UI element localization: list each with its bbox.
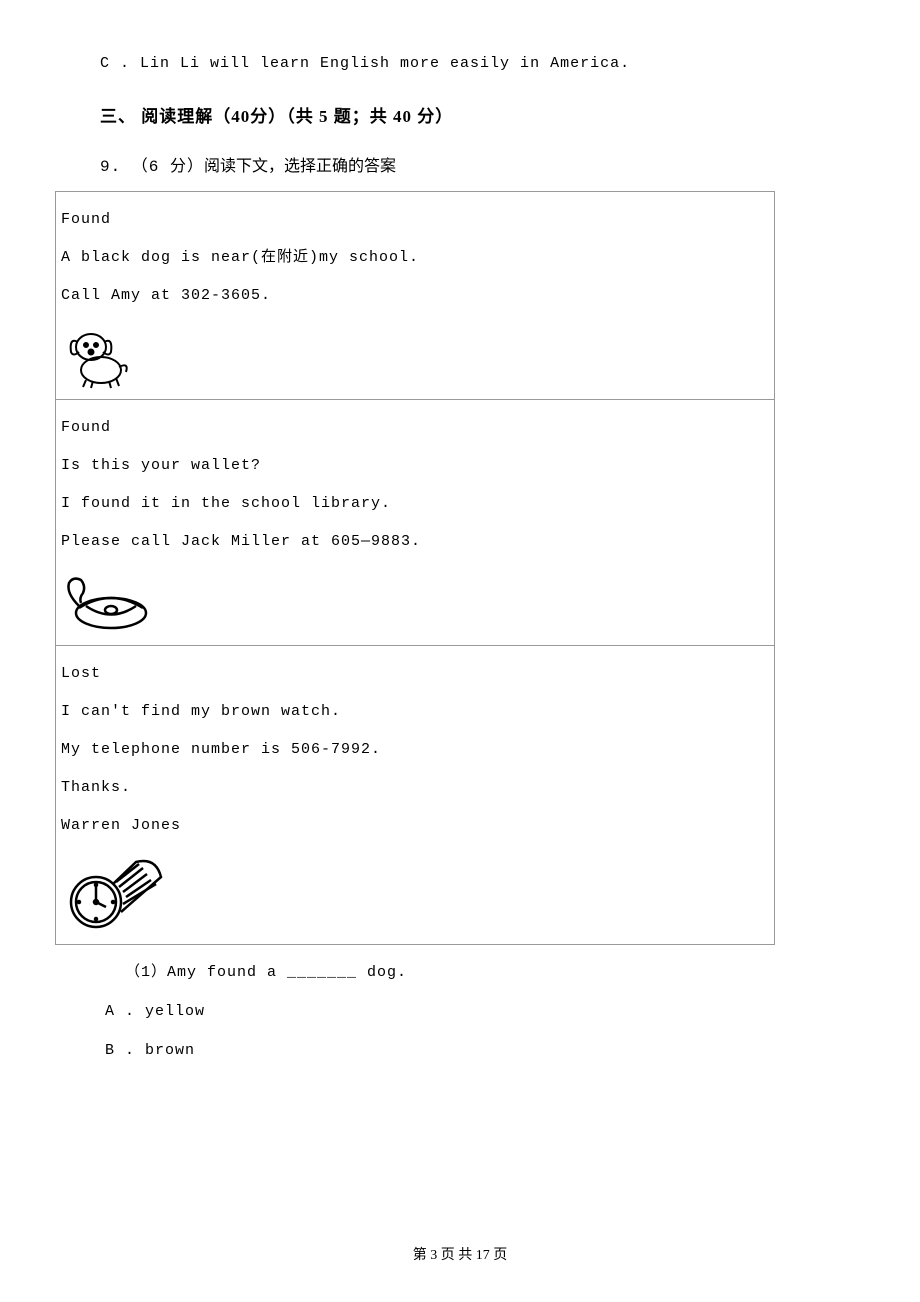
cell-1-line-0: Is this your wallet? bbox=[61, 448, 769, 484]
cell-1-line-2: Please call Jack Miller at 605—9883. bbox=[61, 524, 769, 560]
question-9-intro: 9. （6 分）阅读下文，选择正确的答案 bbox=[100, 152, 825, 176]
cell-lost-watch: Lost I can't find my brown watch. My tel… bbox=[56, 646, 775, 945]
cell-0-line-0: A black dog is near(在附近)my school. bbox=[61, 240, 769, 276]
sub-question-1: （1）Amy found a _______ dog. bbox=[125, 960, 825, 981]
cell-2-title: Lost bbox=[61, 656, 769, 692]
option-c-text: C . Lin Li will learn English more easil… bbox=[100, 55, 825, 72]
cell-2-line-2: Thanks. bbox=[61, 770, 769, 806]
dog-icon bbox=[61, 322, 769, 392]
question-9-number: 9. （6 分） bbox=[100, 158, 204, 176]
cell-1-title: Found bbox=[61, 410, 769, 446]
cell-0-title: Found bbox=[61, 202, 769, 238]
cell-1-line-1: I found it in the school library. bbox=[61, 486, 769, 522]
sub-option-b: B . brown bbox=[105, 1042, 825, 1059]
reading-table: Found A black dog is near(在附近)my school.… bbox=[55, 191, 775, 945]
cell-0-line-1: Call Amy at 302-3605. bbox=[61, 278, 769, 314]
cell-2-line-1: My telephone number is 506-7992. bbox=[61, 732, 769, 768]
cell-2-line-3: Warren Jones bbox=[61, 808, 769, 844]
sub-option-a: A . yellow bbox=[105, 1003, 825, 1020]
wallet-icon bbox=[61, 568, 769, 638]
question-9-text: 阅读下文，选择正确的答案 bbox=[204, 158, 396, 175]
cell-found-wallet: Found Is this your wallet? I found it in… bbox=[56, 400, 775, 646]
cell-found-dog: Found A black dog is near(在附近)my school.… bbox=[56, 192, 775, 400]
cell-2-line-0: I can't find my brown watch. bbox=[61, 694, 769, 730]
page-footer: 第 3 页 共 17 页 bbox=[0, 1244, 920, 1264]
section-heading: 三、 阅读理解（40分）（共 5 题；共 40 分） bbox=[100, 102, 825, 127]
watch-icon bbox=[61, 852, 769, 937]
